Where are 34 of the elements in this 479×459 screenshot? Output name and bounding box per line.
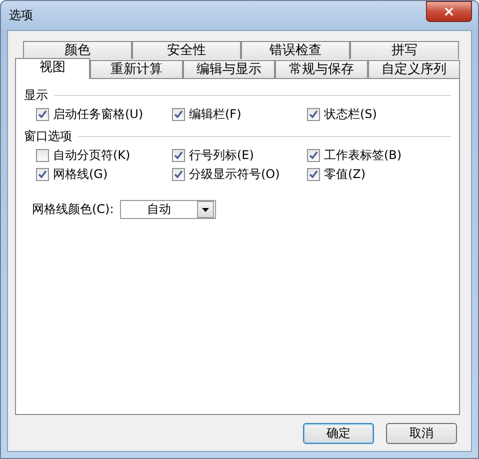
field-label: 网格线颜色(C): (32, 201, 114, 218)
tab[interactable]: 编辑与显示 (182, 60, 275, 78)
checkbox[interactable] (36, 149, 49, 162)
tab[interactable]: 常规与保存 (275, 60, 368, 78)
checkbox[interactable] (36, 108, 49, 121)
checkbox-label[interactable]: 自动分页符(K) (53, 147, 130, 164)
tab[interactable]: 重新计算 (90, 60, 182, 78)
tab[interactable]: 错误检查 (241, 41, 350, 59)
checkbox[interactable] (172, 168, 185, 181)
checkbox-label[interactable]: 启动任务窗格(U) (53, 106, 144, 123)
checkbox-label[interactable]: 状态栏(S) (324, 106, 377, 123)
color-dropdown[interactable]: 自动 (120, 200, 216, 219)
checkbox[interactable] (36, 168, 49, 181)
dialog-button[interactable]: 取消 (386, 423, 457, 444)
tab[interactable]: 视图 (15, 58, 90, 79)
tab[interactable]: 颜色 (23, 41, 132, 59)
close-button[interactable]: × (426, 1, 472, 22)
checkbox-label[interactable]: 零值(Z) (324, 166, 366, 183)
checkbox[interactable] (172, 149, 185, 162)
checkbox-label[interactable]: 行号列标(E) (189, 147, 254, 164)
tab[interactable]: 自定义序列 (368, 60, 460, 78)
checkbox[interactable] (307, 108, 320, 121)
checkbox-label[interactable]: 网格线(G) (53, 166, 108, 183)
checkbox-label[interactable]: 编辑栏(F) (189, 106, 242, 123)
window-title: 选项 (8, 7, 33, 24)
checkbox[interactable] (307, 149, 320, 162)
section-title: 显示 (24, 86, 48, 104)
tab[interactable]: 拼写 (350, 41, 459, 59)
checkbox-label[interactable]: 工作表标签(B) (324, 147, 402, 164)
dialog-button[interactable]: 确定 (303, 423, 374, 444)
checkbox[interactable] (172, 108, 185, 121)
checkbox-label[interactable]: 分级显示符号(O) (189, 166, 280, 183)
checkbox[interactable] (307, 168, 320, 181)
section-title: 窗口选项 (24, 128, 72, 144)
